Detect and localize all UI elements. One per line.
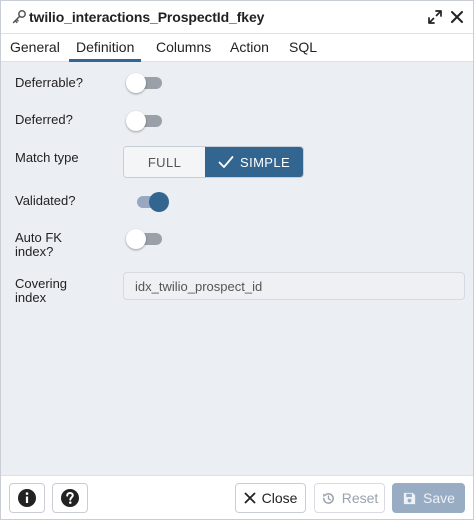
deferrable-label: Deferrable? xyxy=(15,75,83,90)
auto-fk-index-label-line2: index? xyxy=(15,244,54,259)
dialog-titlebar[interactable]: twilio_interactions_ProspectId_fkey xyxy=(1,1,473,34)
auto-fk-index-switch[interactable] xyxy=(126,229,162,249)
close-icon[interactable] xyxy=(449,9,465,25)
validated-label: Validated? xyxy=(15,193,76,208)
reset-button-label: Reset xyxy=(341,490,379,506)
dialog-title: twilio_interactions_ProspectId_fkey xyxy=(29,9,265,25)
covering-index-label-line2: index xyxy=(15,290,47,305)
info-button[interactable] xyxy=(9,483,45,513)
match-type-toggle: FULL SIMPLE xyxy=(123,146,304,178)
reset-icon xyxy=(322,492,334,504)
reset-button[interactable]: Reset xyxy=(314,483,385,513)
constraint-dialog: twilio_interactions_ProspectId_fkey Gene… xyxy=(0,0,474,520)
validated-switch[interactable] xyxy=(131,192,169,212)
match-type-simple-button[interactable]: SIMPLE xyxy=(205,147,303,177)
auto-fk-index-label-line1: Auto FK xyxy=(15,230,62,245)
check-icon xyxy=(218,156,234,168)
covering-index-input[interactable] xyxy=(123,272,465,300)
covering-index-label: Covering index xyxy=(15,277,67,305)
switch-knob xyxy=(149,192,169,212)
help-icon xyxy=(61,489,79,507)
switch-knob xyxy=(126,73,146,93)
deferred-switch[interactable] xyxy=(126,111,162,131)
switch-knob xyxy=(126,111,146,131)
tab-columns[interactable]: Columns xyxy=(156,34,211,62)
close-x-icon xyxy=(244,492,255,504)
tab-action[interactable]: Action xyxy=(230,34,269,62)
dialog-footer: Close Reset Save xyxy=(1,475,473,519)
match-type-label: Match type xyxy=(15,150,79,165)
save-button-label: Save xyxy=(423,490,455,506)
covering-index-label-line1: Covering xyxy=(15,276,68,291)
auto-fk-index-label: Auto FK index? xyxy=(15,231,62,259)
tab-definition[interactable]: Definition xyxy=(69,34,142,62)
info-icon xyxy=(18,489,36,507)
tab-general[interactable]: General xyxy=(10,34,60,62)
tab-sql[interactable]: SQL xyxy=(289,34,317,62)
deferrable-switch[interactable] xyxy=(126,73,162,93)
save-button[interactable]: Save xyxy=(392,483,465,513)
match-type-simple-label: SIMPLE xyxy=(240,154,291,170)
close-button[interactable]: Close xyxy=(235,483,306,513)
tab-bar: General Definition Columns Action SQL xyxy=(1,34,473,62)
save-icon xyxy=(403,492,416,504)
match-type-full-button[interactable]: FULL xyxy=(124,147,206,177)
match-type-full-label: FULL xyxy=(147,154,182,170)
deferred-label: Deferred? xyxy=(15,112,73,127)
switch-knob xyxy=(126,229,146,249)
expand-icon[interactable] xyxy=(427,9,443,25)
help-button[interactable] xyxy=(52,483,88,513)
key-icon xyxy=(12,10,26,24)
close-button-label: Close xyxy=(261,490,298,506)
